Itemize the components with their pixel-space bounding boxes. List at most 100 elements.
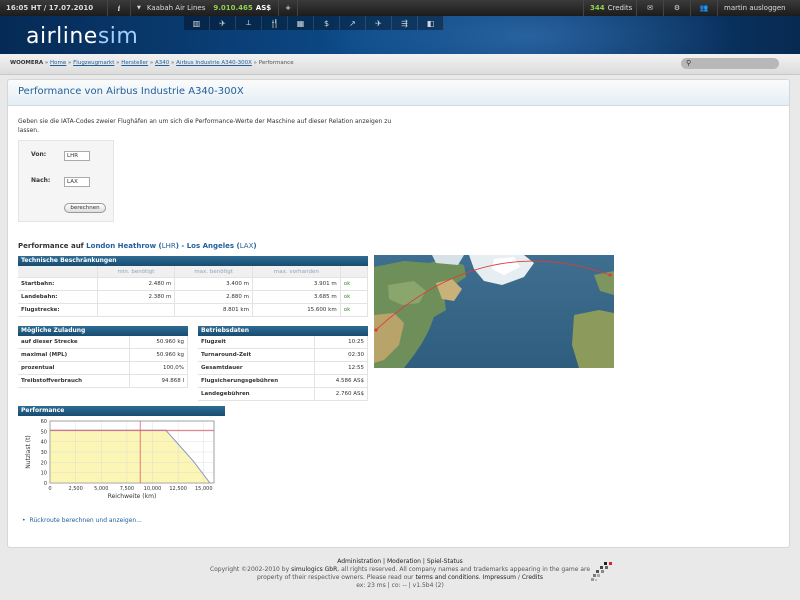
payload-table-header: Mögliche Zuladung bbox=[18, 326, 188, 336]
status-badge: ok bbox=[340, 277, 369, 291]
chart-icon[interactable]: ▦ bbox=[288, 16, 314, 30]
footer-status-link[interactable]: Spiel-Status bbox=[427, 558, 463, 565]
logo-part1: airline bbox=[26, 24, 98, 49]
x-tick-label: 10,000 bbox=[144, 486, 162, 492]
users-segment[interactable]: 👥 bbox=[690, 0, 717, 16]
to-code-link[interactable]: LAX bbox=[240, 242, 254, 250]
aircraft-icon[interactable]: ⟂ bbox=[236, 16, 262, 30]
simulogics-logo-icon bbox=[591, 562, 612, 581]
table-row: Landebahn: 2.380 m 2.880 m 3.685 m ok bbox=[18, 290, 369, 304]
table-row: maximal (MPL) 50.960 kg bbox=[18, 348, 188, 362]
gear-icon[interactable]: ⚙ bbox=[674, 4, 680, 12]
status-badge: ok bbox=[340, 290, 369, 304]
destination-marker bbox=[608, 273, 612, 277]
top-bar: 16:05 HT / 17.07.2010 i ▼ Kaabah Air Lin… bbox=[0, 0, 800, 16]
add-money-segment[interactable]: + bbox=[279, 0, 298, 16]
breadcrumb-hersteller[interactable]: Hersteller bbox=[121, 60, 148, 66]
jet-icon[interactable]: ⇶ bbox=[392, 16, 418, 30]
x-tick-label: 5,000 bbox=[94, 486, 108, 492]
mail-icon[interactable]: ✉ bbox=[647, 4, 653, 12]
intro-text: Geben sie die IATA-Codes zweier Flughäfe… bbox=[18, 118, 392, 134]
y-tick-label: 20 bbox=[41, 460, 47, 466]
footer-admin-link[interactable]: Administration bbox=[337, 558, 381, 565]
from-city: London Heathrow bbox=[86, 242, 157, 250]
breadcrumb-aircraft[interactable]: Airbus Industrie A340-300X bbox=[176, 60, 252, 66]
misc-icon[interactable]: ◧ bbox=[418, 16, 444, 30]
credits-link[interactable]: Credits bbox=[522, 574, 543, 581]
footer-moderation-link[interactable]: Moderation bbox=[387, 558, 421, 565]
terms-link[interactable]: terms and conditions bbox=[415, 574, 478, 581]
map-image bbox=[374, 255, 614, 368]
impressum-link[interactable]: Impressum bbox=[483, 574, 516, 581]
table-row: Flugstrecke: 8.801 km 15.600 km ok bbox=[18, 303, 369, 317]
bullet-icon: • bbox=[22, 517, 26, 524]
settings-segment[interactable]: ⚙ bbox=[663, 0, 690, 16]
payload-table: auf dieser Strecke 50.960 kg maximal (MPL… bbox=[18, 336, 188, 388]
x-tick-label: 2,500 bbox=[68, 486, 82, 492]
credits-label: Credits bbox=[607, 4, 633, 12]
to-city: Los Angeles bbox=[186, 242, 235, 250]
x-tick-label: 7,500 bbox=[120, 486, 134, 492]
search-icon: ⚲ bbox=[686, 59, 692, 67]
performance-chart-header: Performance bbox=[18, 406, 225, 416]
dropdown-arrow-icon[interactable]: ▼ bbox=[137, 5, 141, 11]
table-row: auf dieser Strecke 50.960 kg bbox=[18, 336, 188, 349]
food-icon[interactable]: 🍴 bbox=[262, 16, 288, 30]
y-axis-label: Nutzlast (t) bbox=[25, 435, 32, 469]
logout-link[interactable]: martin ausloggen bbox=[724, 4, 786, 12]
search-input[interactable]: ⚲ bbox=[681, 58, 779, 69]
x-tick-label: 0 bbox=[48, 486, 51, 492]
table-row: Gesamtdauer 12:55 bbox=[198, 361, 368, 375]
breadcrumb: WOOMERA » Home » Flugzeugmarkt » Herstel… bbox=[10, 60, 294, 66]
airline-segment[interactable]: ▼ Kaabah Air Lines 9.010.465 AS$ bbox=[131, 0, 279, 16]
ops-table: Flugzeit 10:25 Turnaround-Zeit 02:30 Gesam… bbox=[198, 336, 368, 401]
y-tick-label: 30 bbox=[41, 450, 47, 456]
rueckroute-link[interactable]: • Rückroute berechnen und anzeigen... bbox=[22, 517, 142, 524]
breadcrumb-flugzeugmarkt[interactable]: Flugzeugmarkt bbox=[73, 60, 114, 66]
logout-segment[interactable]: martin ausloggen bbox=[717, 0, 800, 16]
credits-count: 344 bbox=[590, 4, 605, 12]
plane-icon[interactable]: ✈ bbox=[210, 16, 236, 30]
clock-segment: 16:05 HT / 17.07.2010 bbox=[0, 0, 108, 16]
credits-segment[interactable]: 344 Credits bbox=[583, 0, 636, 16]
performance-chart: 0 10 20 30 40 50 60 0 2,500 5,000 7,500 10,000 12,50… bbox=[18, 417, 225, 507]
airline-name[interactable]: Kaabah Air Lines bbox=[147, 4, 206, 12]
table-row: Treibstoffverbrauch 94.868 l bbox=[18, 374, 188, 388]
info-segment[interactable]: i bbox=[108, 0, 131, 16]
table-row: Flugsicherungsgebühren 4.586 AS$ bbox=[198, 374, 368, 388]
berechnen-button[interactable]: berechnen bbox=[64, 203, 106, 213]
x-axis-label: Reichweite (km) bbox=[108, 493, 157, 500]
table-row: Landegebühren 2.760 AS$ bbox=[198, 387, 368, 401]
footer-nav: Administration | Moderation | Spiel-Stat… bbox=[337, 558, 463, 565]
main-nav-icons: ▥ ✈ ⟂ 🍴 ▦ $ ↗ ✈ ⇶ ◧ bbox=[184, 16, 444, 32]
nach-input[interactable]: LAX bbox=[64, 177, 90, 187]
airlinesim-logo[interactable]: airlinesim bbox=[26, 24, 138, 49]
game-time: 16:05 HT / 17.07.2010 bbox=[6, 4, 94, 12]
info-icon[interactable]: i bbox=[118, 4, 121, 13]
trend-icon[interactable]: ↗ bbox=[340, 16, 366, 30]
logo-part2: sim bbox=[97, 24, 139, 49]
table-row: prozentual 100,0% bbox=[18, 361, 188, 375]
plane-small-icon[interactable]: ✈ bbox=[366, 16, 392, 30]
footer-terms-line: property of their respective owners. Ple… bbox=[257, 574, 543, 581]
company-link[interactable]: simulogics GbR bbox=[291, 566, 337, 573]
tech-table: min. benötigt max. benötigt max. vorhand… bbox=[18, 266, 369, 317]
von-input[interactable]: LHR bbox=[64, 151, 90, 161]
table-row: Flugzeit 10:25 bbox=[198, 336, 368, 349]
from-code-link[interactable]: LHR bbox=[162, 242, 176, 250]
von-label: Von: bbox=[31, 151, 47, 158]
nach-label: Nach: bbox=[31, 177, 51, 184]
dollar-icon[interactable]: $ bbox=[314, 16, 340, 30]
footer: Administration | Moderation | Spiel-Stat… bbox=[0, 558, 800, 590]
building-icon[interactable]: ▥ bbox=[184, 16, 210, 30]
add-money-button[interactable]: + bbox=[285, 4, 291, 12]
money-amount: 9.010.465 bbox=[213, 4, 253, 12]
y-tick-label: 60 bbox=[41, 419, 47, 425]
footer-stats: ex: 23 ms | co: -- | v1.5b4 (2) bbox=[356, 582, 444, 589]
breadcrumb-home[interactable]: Home bbox=[50, 60, 66, 66]
breadcrumb-a340[interactable]: A340 bbox=[155, 60, 169, 66]
panel-header: Performance von Airbus Industrie A340-30… bbox=[8, 80, 789, 106]
status-badge: ok bbox=[340, 303, 369, 317]
mail-segment[interactable]: ✉ bbox=[636, 0, 663, 16]
users-icon[interactable]: 👥 bbox=[700, 4, 709, 12]
